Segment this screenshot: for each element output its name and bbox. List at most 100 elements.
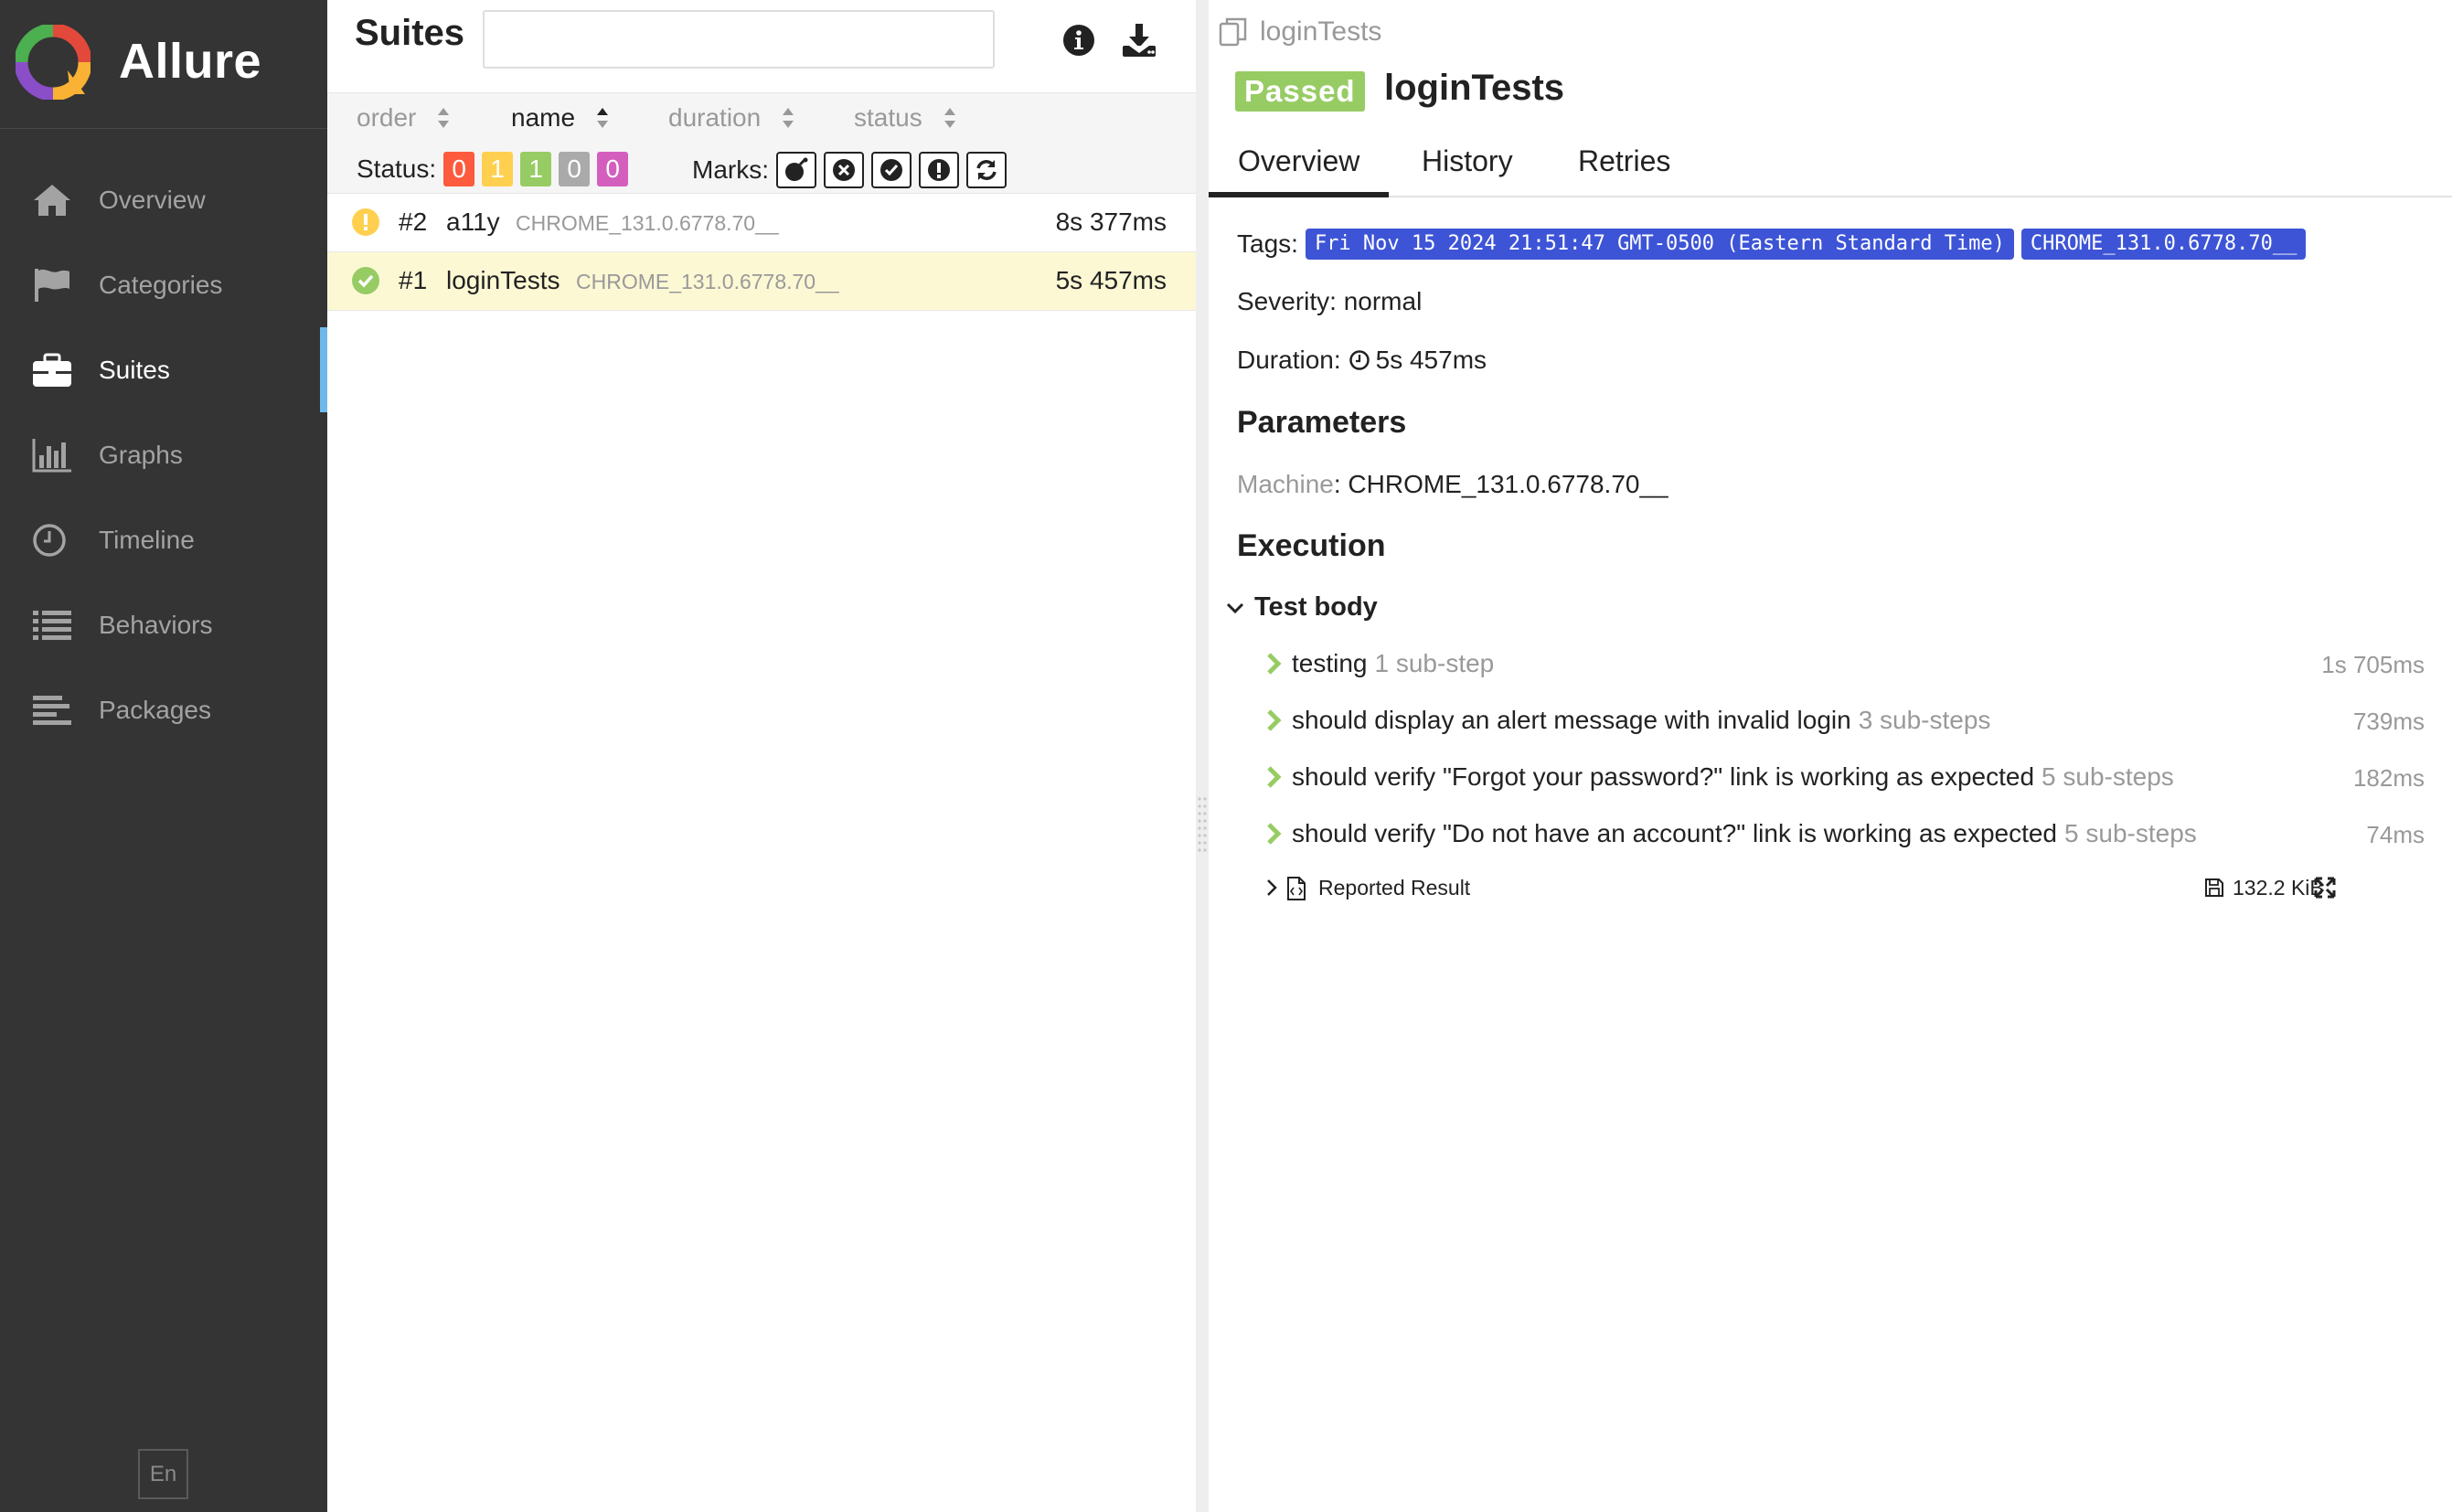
- mark-retries-button[interactable]: [966, 152, 1007, 188]
- step-row[interactable]: testing 1 sub-step 1s 705ms: [1263, 643, 2425, 687]
- status-filter-label: Status:: [357, 154, 437, 183]
- test-body-label: Test body: [1254, 592, 1378, 622]
- download-icon[interactable]: [1121, 22, 1157, 59]
- step-substeps: 5 sub-steps: [2064, 819, 2197, 847]
- chevron-right-icon: [1267, 879, 1277, 896]
- table-row[interactable]: #1 loginTests CHROME_131.0.6778.70__ 5s …: [327, 252, 1196, 311]
- sort-icon: [783, 108, 794, 128]
- clock-icon: [1349, 350, 1370, 370]
- table-row[interactable]: #2 a11y CHROME_131.0.6778.70__ 8s 377ms: [327, 194, 1196, 252]
- mark-flaky-button[interactable]: [776, 152, 816, 188]
- tab-history[interactable]: History: [1422, 144, 1513, 178]
- page-title: loginTests: [1384, 68, 1565, 108]
- language-switcher[interactable]: En: [138, 1449, 188, 1499]
- sidebar-item-label: Categories: [99, 270, 223, 299]
- status-chip-broken[interactable]: 1: [482, 152, 514, 186]
- tab-retries[interactable]: Retries: [1578, 144, 1670, 178]
- bomb-icon: [785, 157, 808, 181]
- tags-line: Tags: Fri Nov 15 2024 21:51:47 GMT-0500 …: [1237, 229, 2307, 260]
- tag-badge: CHROME_131.0.6778.70__: [2020, 229, 2307, 260]
- row-param: CHROME_131.0.6778.70__: [516, 211, 779, 235]
- status-chip-unknown[interactable]: 0: [597, 152, 629, 186]
- search-input[interactable]: [483, 10, 995, 69]
- home-icon: [34, 185, 70, 216]
- row-name: loginTests: [446, 266, 560, 294]
- status-badge: Passed: [1235, 71, 1365, 112]
- copy-icon[interactable]: [1218, 16, 1249, 48]
- file-code-icon: [1287, 877, 1306, 900]
- exclamation-circle-icon: [928, 159, 950, 181]
- pane-splitter[interactable]: [1196, 0, 1209, 1512]
- sort-icon: [597, 108, 609, 128]
- breadcrumb: loginTests: [1218, 16, 1381, 48]
- sidebar-nav: Overview Categories Suites Graphs Timeli…: [0, 157, 327, 752]
- test-details-pane: loginTests Passed loginTests Overview Hi…: [1208, 0, 2452, 1512]
- step-name: should display an alert message with inv…: [1292, 706, 1851, 734]
- sidebar-item-label: Graphs: [99, 440, 183, 469]
- mark-new-passed-button[interactable]: [871, 152, 912, 188]
- sort-order[interactable]: order: [357, 103, 451, 133]
- sidebar-item-overview[interactable]: Overview: [0, 157, 327, 242]
- row-duration: 5s 457ms: [1055, 266, 1167, 294]
- mark-new-failed-button[interactable]: [824, 152, 864, 188]
- status-chip-failed[interactable]: 0: [443, 152, 475, 186]
- chevron-right-icon: [1267, 766, 1282, 788]
- tag-badge: Fri Nov 15 2024 21:51:47 GMT-0500 (Easte…: [1305, 229, 2014, 260]
- refresh-icon: [976, 160, 997, 180]
- broken-status-icon: [352, 208, 379, 236]
- sidebar-item-graphs[interactable]: Graphs: [0, 412, 327, 497]
- sidebar-item-suites[interactable]: Suites: [0, 327, 327, 412]
- attachment-row[interactable]: Reported Result 132.2 KiB: [1263, 868, 2425, 909]
- row-name: a11y: [446, 208, 500, 236]
- brand: Allure: [0, 0, 327, 129]
- sidebar-item-timeline[interactable]: Timeline: [0, 497, 327, 582]
- step-duration: 1s 705ms: [2321, 651, 2425, 678]
- sidebar-item-categories[interactable]: Categories: [0, 242, 327, 327]
- chevron-right-icon: [1267, 653, 1282, 675]
- tab-overview[interactable]: Overview: [1208, 144, 1390, 197]
- sort-name[interactable]: name: [511, 103, 610, 133]
- status-chip-skipped[interactable]: 0: [559, 152, 591, 186]
- step-row[interactable]: should verify "Forgot your password?" li…: [1263, 756, 2425, 800]
- expand-icon[interactable]: [2313, 876, 2337, 900]
- sidebar-item-behaviors[interactable]: Behaviors: [0, 582, 327, 667]
- duration-value: 5s 457ms: [1375, 346, 1487, 374]
- step-substeps: 1 sub-step: [1374, 649, 1495, 677]
- step-row[interactable]: should display an alert message with inv…: [1263, 699, 2425, 743]
- flag-icon: [35, 269, 69, 302]
- mark-new-broken-button[interactable]: [919, 152, 959, 188]
- parameter-value: : CHROME_131.0.6778.70__: [1333, 470, 1668, 498]
- row-duration: 8s 377ms: [1055, 208, 1167, 236]
- step-name: testing: [1292, 649, 1368, 677]
- test-list: #2 a11y CHROME_131.0.6778.70__ 8s 377ms …: [327, 194, 1196, 311]
- parameters-heading: Parameters: [1237, 405, 1407, 440]
- status-chip-passed[interactable]: 1: [520, 152, 552, 186]
- sort-status[interactable]: status: [854, 103, 957, 133]
- save-icon: [2205, 878, 2223, 897]
- attachment-label: Reported Result: [1318, 876, 1471, 900]
- severity-line: Severity: normal: [1237, 287, 1423, 315]
- sort-icon: [943, 108, 955, 128]
- row-order: #2: [399, 208, 428, 236]
- test-body-toggle[interactable]: Test body: [1225, 592, 1378, 623]
- allure-logo-icon: [16, 25, 91, 100]
- bar-chart-icon: [32, 439, 71, 473]
- briefcase-icon: [33, 353, 71, 387]
- step-duration: 182ms: [2352, 764, 2425, 792]
- sidebar: Allure Overview Categories Suites Graphs…: [0, 0, 327, 1512]
- brand-name: Allure: [119, 34, 262, 89]
- sidebar-item-packages[interactable]: Packages: [0, 667, 327, 752]
- row-order: #1: [399, 266, 428, 294]
- step-duration: 739ms: [2352, 708, 2425, 735]
- sort-label: duration: [668, 103, 762, 132]
- align-left-icon: [33, 696, 71, 725]
- status-filter: Status: 0 1 1 0 0: [357, 152, 629, 186]
- drag-handle-icon[interactable]: [1197, 795, 1208, 852]
- tab-bar: Overview History Retries: [1208, 133, 2452, 197]
- breadcrumb-label: loginTests: [1260, 16, 1382, 47]
- times-circle-icon: [833, 159, 855, 181]
- tags-label: Tags:: [1237, 229, 1298, 258]
- info-icon[interactable]: [1062, 24, 1095, 57]
- sort-duration[interactable]: duration: [668, 103, 795, 133]
- step-row[interactable]: should verify "Do not have an account?" …: [1263, 813, 2425, 857]
